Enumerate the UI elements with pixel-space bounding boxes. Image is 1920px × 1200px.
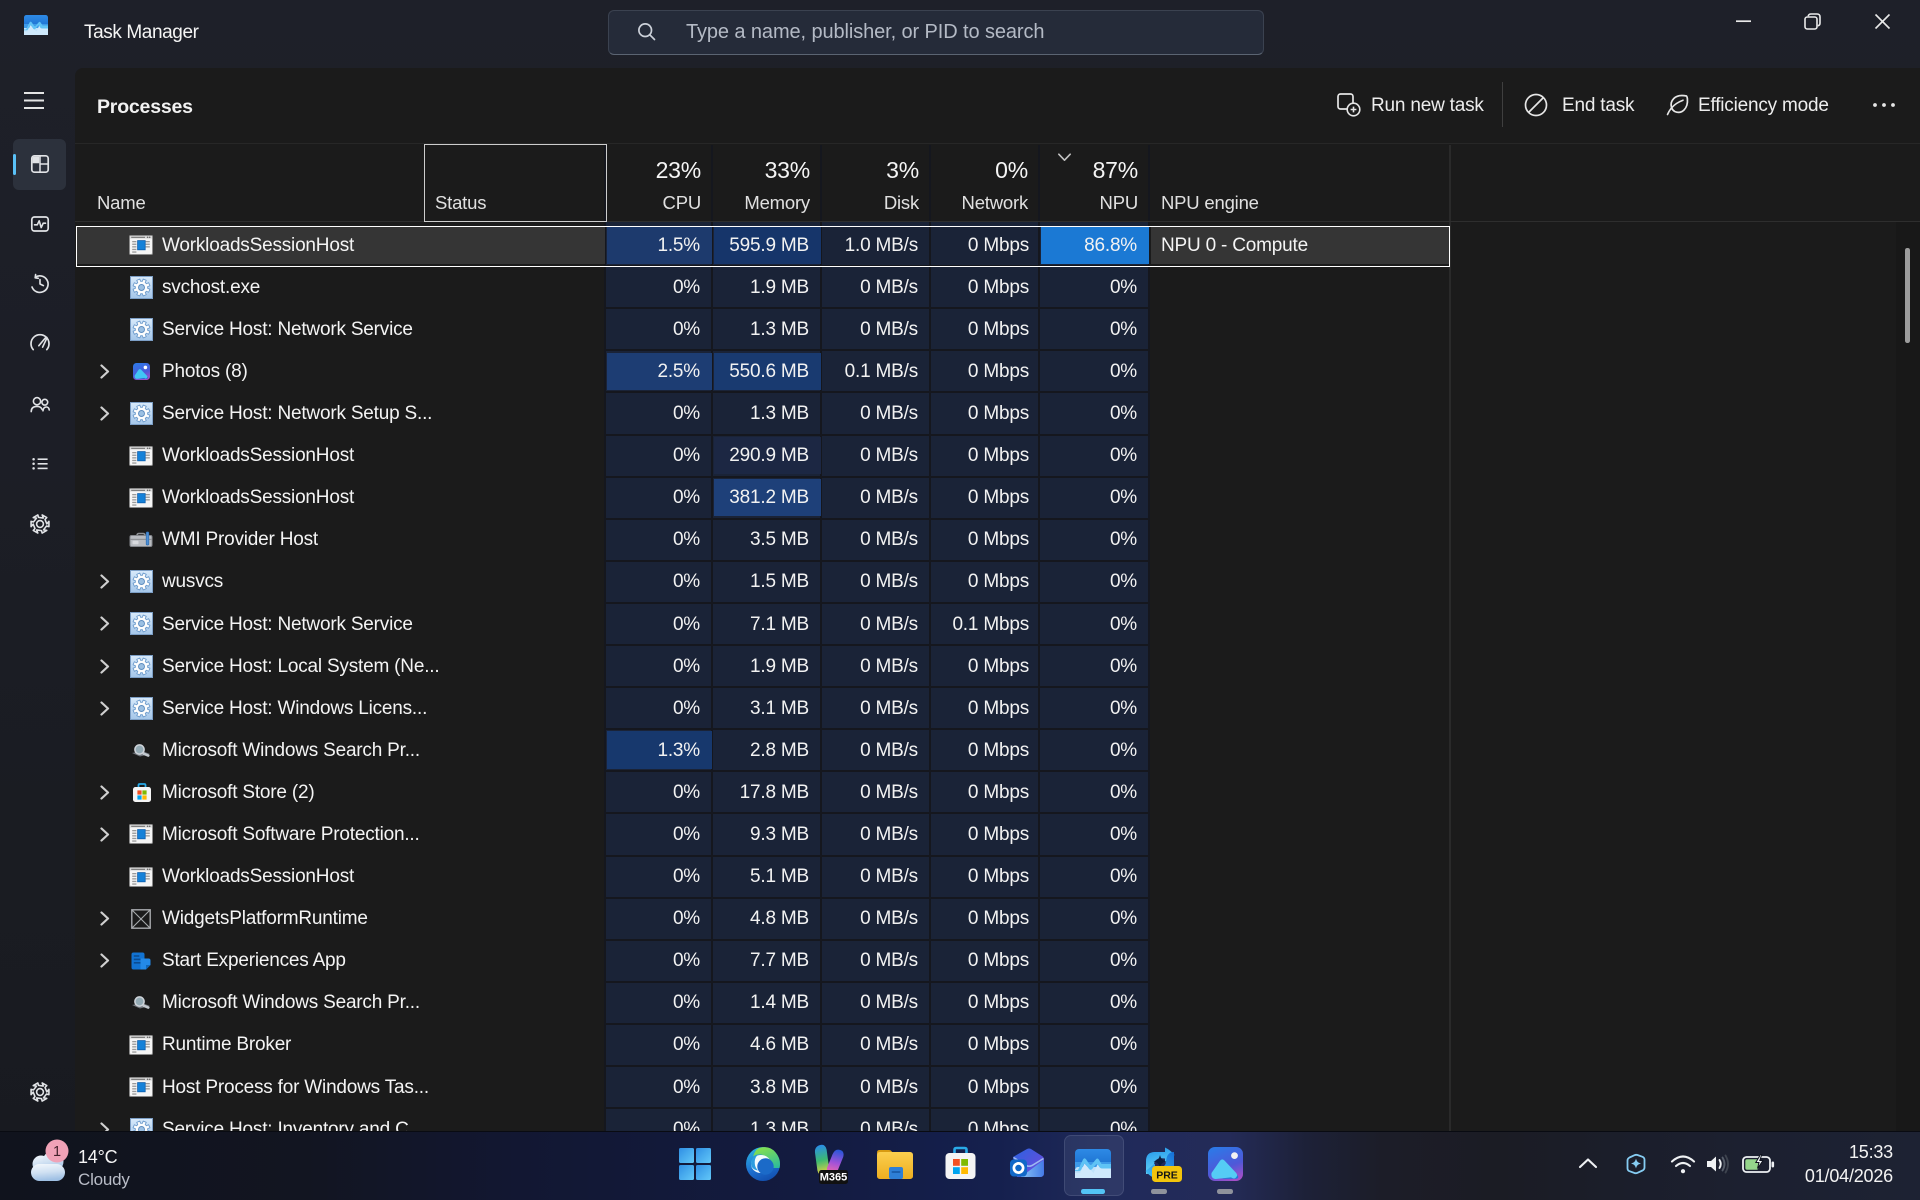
svg-text:PRE: PRE bbox=[1156, 1169, 1178, 1181]
svg-text:M365: M365 bbox=[820, 1172, 848, 1184]
svg-text:1: 1 bbox=[53, 1144, 61, 1160]
